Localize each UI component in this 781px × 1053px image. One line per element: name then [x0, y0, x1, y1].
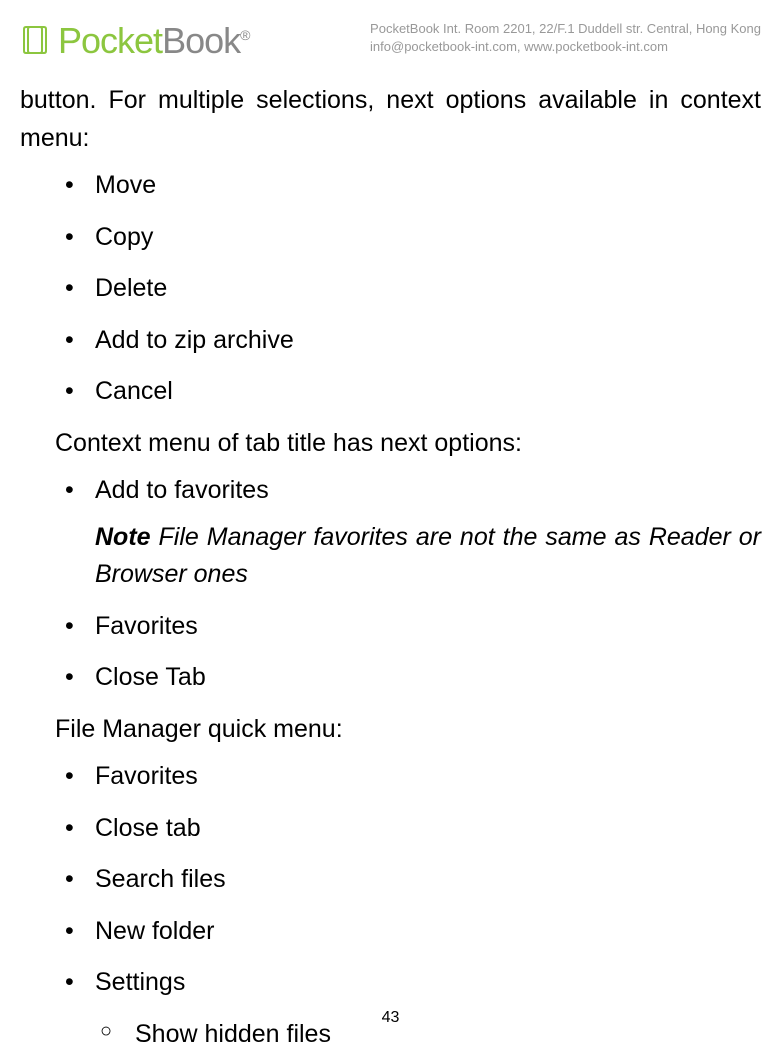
list-item: Move: [65, 167, 761, 205]
list-item: Favorites: [65, 758, 761, 796]
list-item: New folder: [65, 913, 761, 951]
section-heading: Context menu of tab title has next optio…: [20, 425, 761, 463]
company-contact: info@pocketbook-int.com, www.pocketbook-…: [370, 38, 761, 56]
logo-book: Book: [162, 20, 240, 61]
note-label: Note: [95, 523, 151, 551]
list-item: Close Tab: [65, 659, 761, 697]
logo-icon: [20, 23, 50, 59]
multiple-selection-list: Move Copy Delete Add to zip archive Canc…: [20, 167, 761, 411]
list-item: Delete: [65, 270, 761, 308]
list-item: Favorites: [65, 608, 761, 646]
list-item: Show hidden files: [100, 1016, 761, 1053]
list-item: Cancel: [65, 373, 761, 411]
list-item: Settings: [65, 964, 761, 1002]
quick-menu-list: Favorites Close tab Search files New fol…: [20, 758, 761, 1002]
tab-title-context-list: Add to favorites: [20, 472, 761, 510]
section-heading: File Manager quick menu:: [20, 711, 761, 749]
list-item: Add to zip archive: [65, 322, 761, 360]
logo: PocketBook®: [20, 20, 249, 62]
intro-text: button. For multiple selections, next op…: [20, 82, 761, 157]
company-info: PocketBook Int. Room 2201, 22/F.1 Duddel…: [370, 20, 761, 56]
note-body: File Manager favorites are not the same …: [95, 523, 761, 589]
list-item: Search files: [65, 861, 761, 899]
list-item: Copy: [65, 219, 761, 257]
page-content: button. For multiple selections, next op…: [20, 82, 761, 1053]
list-item: Close tab: [65, 810, 761, 848]
page-header: PocketBook® PocketBook Int. Room 2201, 2…: [20, 20, 761, 62]
list-item: Add to favorites: [65, 472, 761, 510]
tab-title-context-list-cont: Favorites Close Tab: [20, 608, 761, 697]
company-address: PocketBook Int. Room 2201, 22/F.1 Duddel…: [370, 20, 761, 38]
note-text: Note File Manager favorites are not the …: [20, 519, 761, 594]
logo-text: PocketBook®: [58, 20, 249, 62]
logo-pocket: Pocket: [58, 20, 162, 61]
page-number: 43: [382, 1009, 400, 1027]
logo-registered: ®: [240, 27, 249, 43]
